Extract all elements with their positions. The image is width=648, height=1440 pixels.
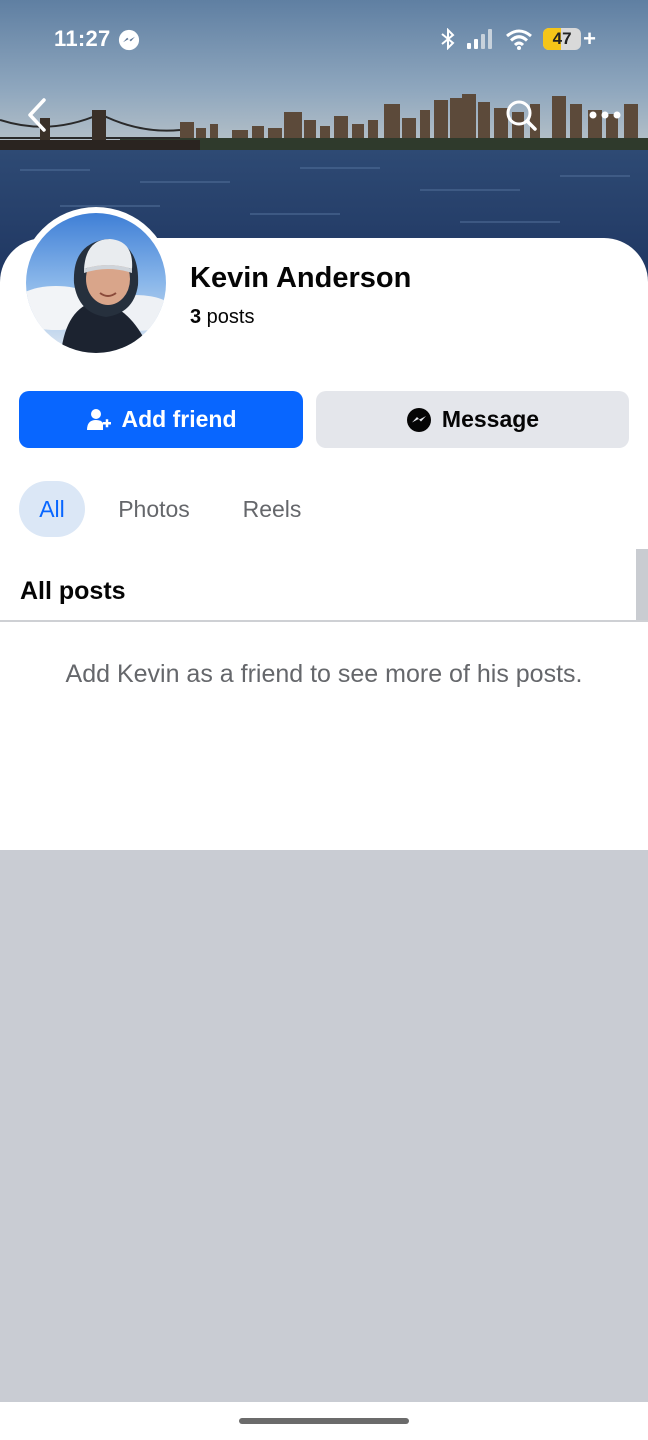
home-indicator[interactable] — [239, 1418, 409, 1424]
add-friend-button[interactable]: Add friend — [19, 391, 303, 448]
post-count-label: posts — [201, 306, 255, 328]
battery-percent: 47 — [552, 29, 572, 48]
add-friend-label: Add friend — [121, 406, 237, 432]
signal-icon — [467, 29, 493, 49]
friend-notice: Add Kevin as a friend to see more of his… — [65, 660, 583, 688]
bluetooth-icon — [441, 28, 455, 50]
post-count-number: 3 — [190, 306, 202, 328]
empty-feed-area — [0, 850, 648, 1402]
status-time: 11:27 — [54, 26, 111, 51]
scrollbar[interactable] — [636, 549, 648, 621]
messenger-icon — [406, 407, 431, 432]
avatar-photo — [26, 213, 166, 353]
battery-icon: 47 + — [543, 28, 596, 50]
tab-all[interactable]: All — [19, 481, 85, 537]
profile-name: Kevin Anderson — [190, 262, 412, 294]
profile-avatar[interactable] — [26, 213, 166, 353]
section-divider — [0, 620, 648, 622]
section-title-all-posts: All posts — [20, 577, 126, 605]
more-icon[interactable] — [586, 100, 626, 130]
add-friend-icon — [86, 408, 111, 430]
status-bar: 11:27 47 + — [0, 0, 648, 80]
status-icons: 47 + — [439, 28, 596, 50]
messenger-icon — [118, 29, 140, 51]
tab-reels[interactable]: Reels — [230, 481, 314, 537]
back-chevron-icon[interactable] — [22, 96, 56, 134]
charging-plus-icon: + — [583, 26, 596, 51]
message-button[interactable]: Message — [316, 391, 629, 448]
wifi-icon — [506, 29, 533, 50]
message-label: Message — [441, 406, 540, 432]
profile-post-count: 3 posts — [190, 306, 254, 329]
tab-photos[interactable]: Photos — [104, 481, 204, 537]
search-icon[interactable] — [504, 98, 538, 132]
